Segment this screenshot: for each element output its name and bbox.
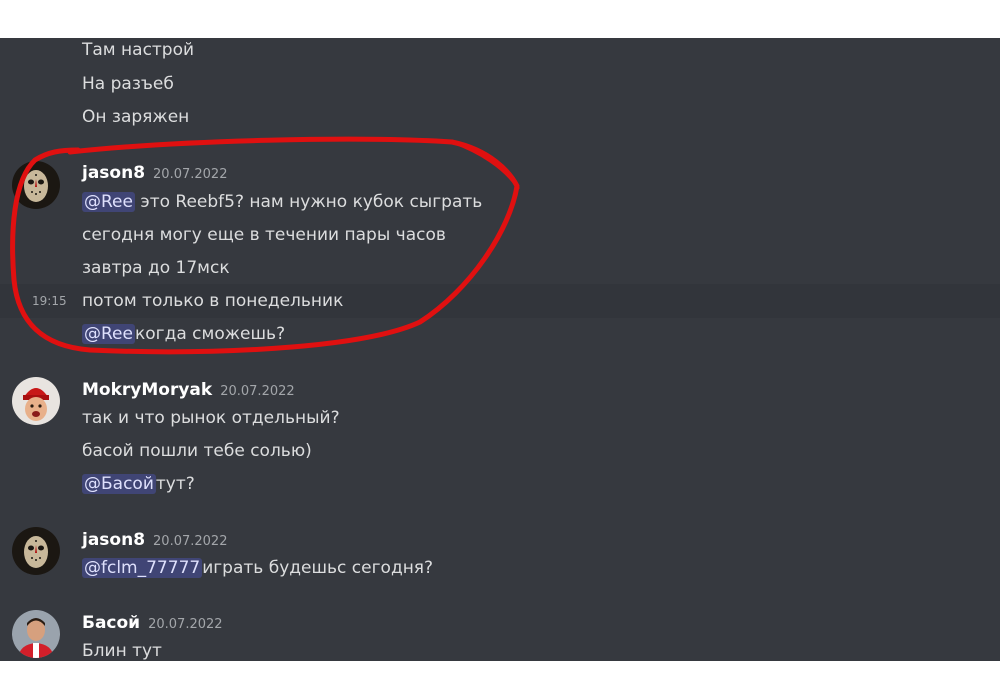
hover-timestamp: 19:15 bbox=[32, 294, 67, 308]
hockey-mask-avatar-icon bbox=[12, 161, 60, 209]
hockey-mask-avatar-icon bbox=[12, 527, 60, 575]
message-line: Там настрой bbox=[82, 40, 195, 60]
username[interactable]: jason8 bbox=[82, 530, 145, 550]
user-mention[interactable]: @Ree bbox=[82, 324, 135, 344]
message-timestamp: 20.07.2022 bbox=[153, 534, 228, 549]
message-timestamp: 20.07.2022 bbox=[148, 617, 223, 632]
username[interactable]: jason8 bbox=[82, 163, 145, 183]
avatar[interactable] bbox=[12, 161, 60, 209]
avatar[interactable] bbox=[12, 610, 60, 658]
username[interactable]: Басой bbox=[82, 613, 140, 633]
message-timestamp: 20.07.2022 bbox=[153, 167, 228, 182]
message-line: завтра до 17мск bbox=[82, 258, 230, 278]
message-header: jason8 20.07.2022 bbox=[82, 161, 227, 185]
username[interactable]: MokryMoryak bbox=[82, 380, 212, 400]
message-line: басой пошли тебе солью) bbox=[82, 441, 312, 461]
message-line: @Ree когда сможешь? bbox=[82, 320, 285, 348]
message-header: jason8 20.07.2022 bbox=[82, 528, 227, 552]
message-text: когда сможешь? bbox=[134, 324, 286, 344]
message-text: играть будешьс сегодня? bbox=[202, 558, 434, 578]
user-mention[interactable]: @fclm_77777 bbox=[82, 558, 203, 578]
message-line: сегодня могу еще в течении пары часов bbox=[82, 225, 446, 245]
message-line: @Ree это Reebf5? нам нужно кубок сыграть bbox=[82, 188, 482, 216]
red-hat-face-avatar-icon bbox=[12, 377, 60, 425]
chat-message-list: 19:15 Там настрой На разъеб Он заряжен j… bbox=[0, 38, 1000, 661]
message-header: MokryMoryak 20.07.2022 bbox=[82, 378, 295, 402]
message-timestamp: 20.07.2022 bbox=[220, 384, 295, 399]
message-line: потом только в понедельник bbox=[82, 291, 344, 311]
message-line: @fclm_77777 играть будешьс сегодня? bbox=[82, 554, 433, 582]
avatar[interactable] bbox=[12, 527, 60, 575]
message-line: На разъеб bbox=[82, 74, 174, 94]
user-mention[interactable]: @Басой bbox=[82, 474, 156, 494]
message-line: так и что рынок отдельный? bbox=[82, 408, 340, 428]
message-text: это Reebf5? нам нужно кубок сыграть bbox=[134, 192, 483, 212]
footballer-photo-avatar-icon bbox=[12, 610, 60, 658]
message-line: Блин тут bbox=[82, 641, 162, 661]
message-line: Он заряжен bbox=[82, 107, 190, 127]
message-line: @Басой тут? bbox=[82, 470, 195, 498]
user-mention[interactable]: @Ree bbox=[82, 192, 135, 212]
avatar[interactable] bbox=[12, 377, 60, 425]
message-header: Басой 20.07.2022 bbox=[82, 611, 223, 635]
message-text: тут? bbox=[155, 474, 195, 494]
